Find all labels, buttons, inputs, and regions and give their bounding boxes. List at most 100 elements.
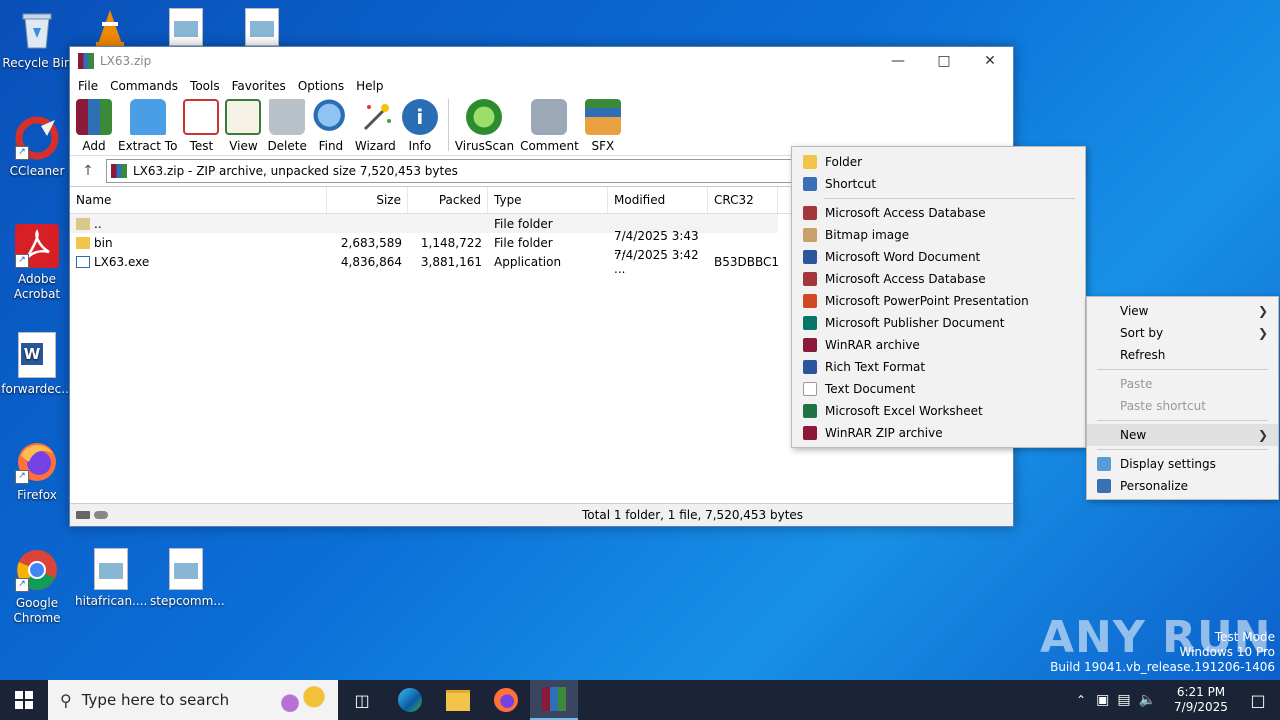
new-submenu: Folder Shortcut Microsoft Access Databas… — [791, 146, 1086, 448]
menu-tools[interactable]: Tools — [184, 79, 226, 93]
clock[interactable]: 6:21 PM 7/9/2025 — [1166, 685, 1236, 715]
chevron-up-icon[interactable]: ⌃ — [1076, 693, 1086, 707]
close-button[interactable]: ✕ — [967, 47, 1013, 75]
refresh-menu-item[interactable]: Refresh — [1087, 344, 1278, 366]
start-button[interactable] — [0, 680, 48, 720]
menu-options[interactable]: Options — [292, 79, 350, 93]
new-word-document-item[interactable]: Microsoft Word Document — [792, 246, 1085, 268]
search-highlight-flowers-icon — [272, 684, 332, 716]
test-mode-text: Test Mode Windows 10 Pro Build 19041.vb_… — [1050, 630, 1275, 675]
wizard-button[interactable]: Wizard — [355, 97, 396, 153]
edge-button[interactable] — [386, 680, 434, 720]
shortcut-arrow-icon: ↗ — [15, 146, 29, 160]
menu-label: Personalize — [1120, 479, 1189, 493]
desktop-icon-image-file[interactable]: stepcomm... — [150, 548, 225, 609]
new-access-database-item[interactable]: Microsoft Access Database — [792, 202, 1085, 224]
view-button[interactable]: View — [225, 97, 262, 153]
menu-commands[interactable]: Commands — [104, 79, 184, 93]
extract-to-button[interactable]: Extract To — [118, 97, 177, 153]
delete-button[interactable]: Delete — [267, 97, 307, 153]
new-excel-worksheet-item[interactable]: Microsoft Excel Worksheet — [792, 400, 1085, 422]
row-crc — [708, 214, 778, 233]
menu-label: Rich Text Format — [825, 360, 926, 374]
add-button[interactable]: Add — [76, 97, 112, 153]
new-text-document-item[interactable]: Text Document — [792, 378, 1085, 400]
desktop-icon-adobe-acrobat[interactable]: ↗ Adobe Acrobat — [1, 224, 73, 302]
sfx-button[interactable]: SFX — [584, 97, 621, 153]
column-packed[interactable]: Packed — [408, 187, 488, 213]
taskbar: ⚲ Type here to search ◫ ⌃ ▣ ▤ 🔈 6:21 PM … — [0, 680, 1280, 720]
menu-help[interactable]: Help — [350, 79, 389, 93]
drive-icon[interactable] — [76, 511, 90, 519]
network-icon[interactable]: ▤ — [1117, 692, 1130, 708]
desktop-icon-recycle-bin[interactable]: Recycle Bin — [1, 8, 73, 71]
new-winrar-archive-item[interactable]: WinRAR archive — [792, 334, 1085, 356]
minimize-button[interactable]: — — [875, 47, 921, 75]
access-icon — [803, 206, 817, 220]
sort-by-menu-item[interactable]: Sort by ❯ — [1087, 322, 1278, 344]
menu-favorites[interactable]: Favorites — [226, 79, 292, 93]
desktop-icon-label: hitafrican.... — [75, 594, 148, 608]
display-icon — [1097, 457, 1111, 471]
new-folder-item[interactable]: Folder — [792, 151, 1085, 173]
row-size: 4,836,864 — [340, 254, 402, 269]
column-name[interactable]: Name — [70, 187, 327, 213]
add-label: Add — [82, 139, 106, 153]
virusscan-icon — [466, 99, 503, 135]
personalize-icon — [1097, 479, 1111, 493]
folder-icon — [803, 155, 817, 169]
window-titlebar[interactable]: LX63.zip — □ ✕ — [70, 47, 1013, 75]
desktop-icon-image-file[interactable]: hitafrican.... — [75, 548, 147, 609]
winrar-icon — [803, 426, 817, 440]
info-icon: i — [401, 99, 438, 135]
volume-icon[interactable]: 🔈 — [1139, 692, 1156, 708]
column-modified[interactable]: Modified — [608, 187, 708, 213]
file-explorer-button[interactable] — [434, 680, 482, 720]
column-size[interactable]: Size — [327, 187, 408, 213]
desktop-icon-google-chrome[interactable]: ↗ Google Chrome — [1, 548, 73, 626]
desktop-icon-word-document[interactable]: W forwardec... — [1, 332, 73, 397]
desktop-icon-label: stepcomm... — [150, 594, 225, 608]
comment-button[interactable]: Comment — [520, 97, 579, 153]
access-icon — [803, 272, 817, 286]
clock-time: 6:21 PM — [1176, 685, 1226, 699]
new-powerpoint-item[interactable]: Microsoft PowerPoint Presentation — [792, 290, 1085, 312]
desktop-icon-image-file[interactable] — [226, 8, 298, 50]
test-button[interactable]: Test — [183, 97, 220, 153]
new-access-database-item[interactable]: Microsoft Access Database — [792, 268, 1085, 290]
new-shortcut-item[interactable]: Shortcut — [792, 173, 1085, 195]
new-rich-text-item[interactable]: Rich Text Format — [792, 356, 1085, 378]
task-view-button[interactable]: ◫ — [338, 680, 386, 720]
personalize-menu-item[interactable]: Personalize — [1087, 475, 1278, 497]
info-button[interactable]: i Info — [401, 97, 438, 153]
new-winrar-zip-item[interactable]: WinRAR ZIP archive — [792, 422, 1085, 444]
firefox-taskbar-button[interactable] — [482, 680, 530, 720]
network-device-icon[interactable]: ▣ — [1096, 692, 1109, 708]
view-menu-item[interactable]: View ❯ — [1087, 300, 1278, 322]
key-icon[interactable] — [94, 511, 108, 519]
chevron-right-icon: ❯ — [1257, 326, 1268, 340]
desktop-icon-firefox[interactable]: ↗ Firefox — [1, 440, 73, 503]
virusscan-button[interactable]: VirusScan — [455, 97, 514, 153]
find-button[interactable]: Find — [312, 97, 349, 153]
new-bitmap-image-item[interactable]: Bitmap image — [792, 224, 1085, 246]
new-menu-item[interactable]: New ❯ — [1087, 424, 1278, 446]
desktop-icon-image-file[interactable] — [150, 8, 222, 50]
search-box[interactable]: ⚲ Type here to search — [48, 680, 338, 720]
column-type[interactable]: Type — [488, 187, 608, 213]
paste-shortcut-menu-item[interactable]: Paste shortcut — [1087, 395, 1278, 417]
watermark-line-3: Build 19041.vb_release.191206-1406 — [1050, 660, 1275, 674]
new-publisher-item[interactable]: Microsoft Publisher Document — [792, 312, 1085, 334]
column-crc32[interactable]: CRC32 — [708, 187, 778, 213]
display-settings-menu-item[interactable]: Display settings — [1087, 453, 1278, 475]
maximize-button[interactable]: □ — [921, 47, 967, 75]
info-label: Info — [408, 139, 432, 153]
up-arrow-icon[interactable]: ↑ — [70, 163, 106, 179]
notification-button[interactable]: □ — [1236, 680, 1280, 720]
word-document-icon: W — [18, 332, 56, 378]
menu-file[interactable]: File — [72, 79, 104, 93]
desktop-icon-ccleaner[interactable]: ↗ CCleaner — [1, 116, 73, 179]
winrar-taskbar-button[interactable] — [530, 680, 578, 720]
paste-menu-item[interactable]: Paste — [1087, 373, 1278, 395]
folder-icon — [446, 689, 470, 711]
